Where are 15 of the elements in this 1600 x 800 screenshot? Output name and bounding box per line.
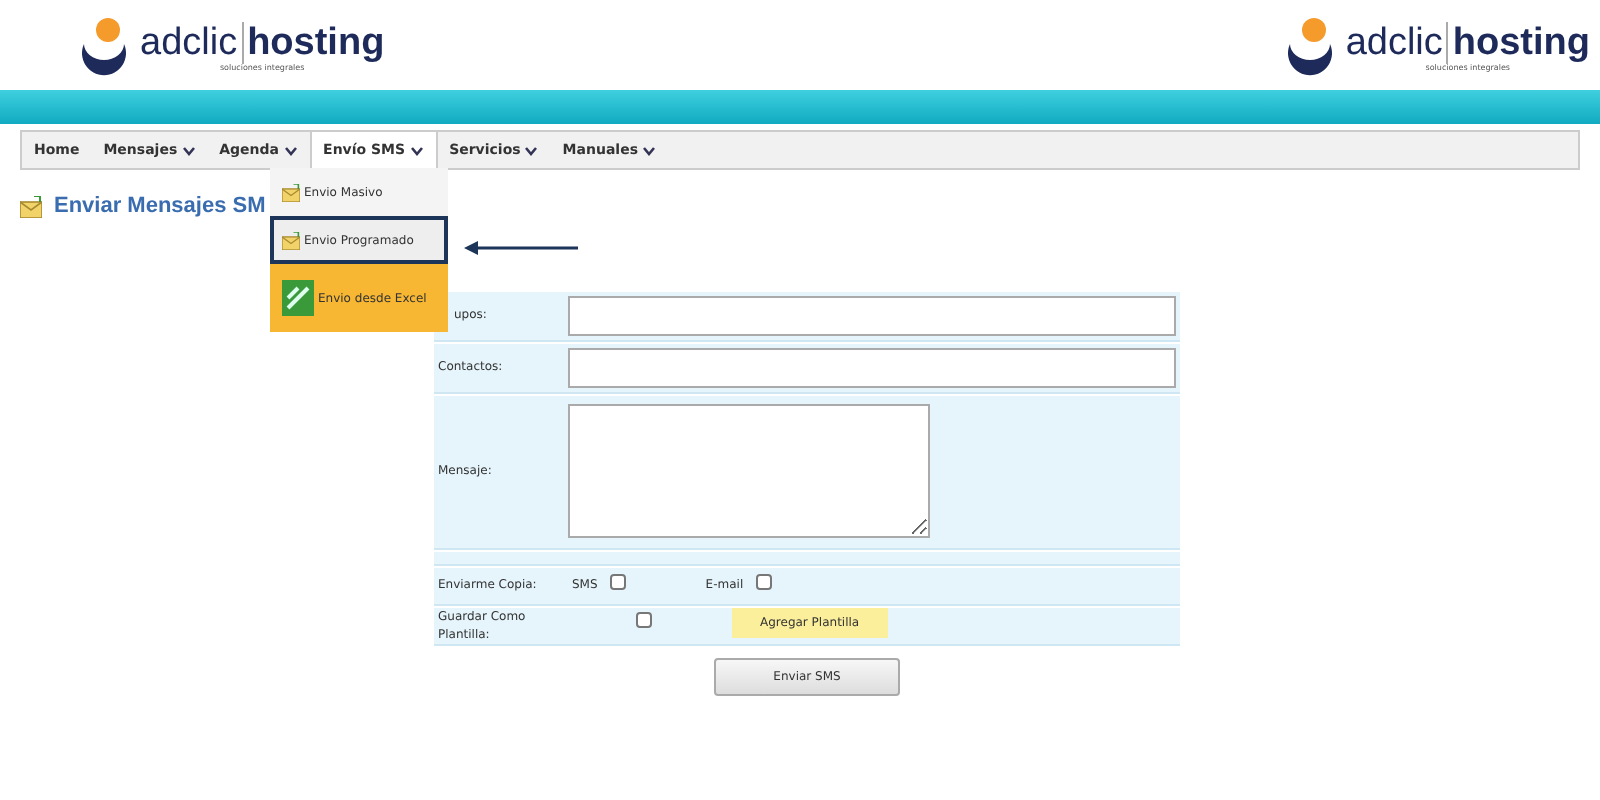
page-title: Enviar Mensajes SM	[54, 192, 266, 222]
spreadsheet-icon	[282, 280, 314, 316]
arrow-icon	[464, 240, 578, 256]
logo-text: adclic hosting	[140, 23, 385, 61]
checkbox[interactable]	[609, 573, 626, 589]
input-field[interactable]	[568, 295, 1176, 335]
input-field[interactable]	[568, 347, 1176, 387]
envelope-icon	[282, 231, 300, 249]
envelope-icon	[20, 195, 42, 218]
message-field[interactable]	[568, 403, 930, 537]
logo-icon	[76, 16, 132, 80]
checkbox[interactable]	[755, 573, 772, 589]
checkbox[interactable]	[636, 612, 652, 628]
logo-text: adclic hosting	[1345, 23, 1590, 61]
envelope-icon	[282, 183, 300, 201]
